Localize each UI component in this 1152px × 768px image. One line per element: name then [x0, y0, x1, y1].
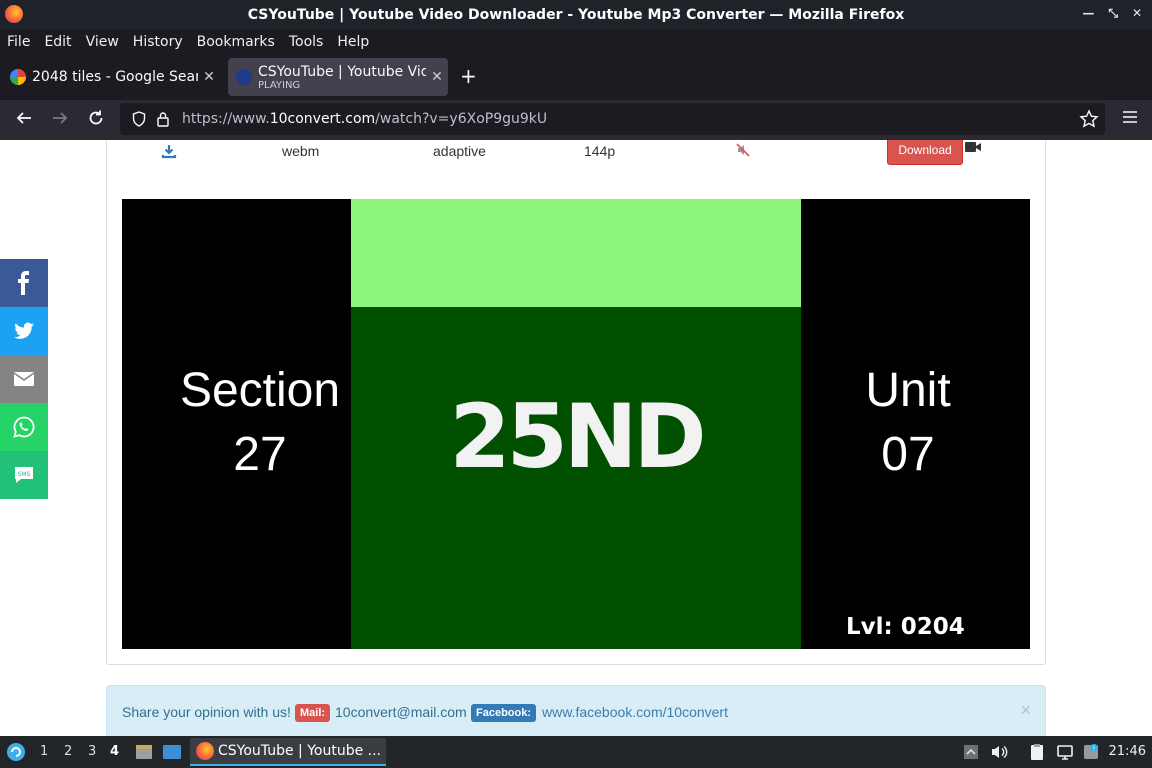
- quality-cell: 144p: [584, 143, 616, 159]
- forward-arrow-icon: [53, 112, 68, 124]
- unit-label: Unit: [865, 364, 951, 417]
- network-icon[interactable]: [1056, 743, 1074, 761]
- csyoutube-icon: [236, 69, 252, 85]
- social-share-sidebar: SMS: [0, 259, 48, 499]
- new-tab-button[interactable]: +: [460, 66, 477, 86]
- minimize-button[interactable]: —: [1082, 6, 1094, 21]
- firefox-taskbar-icon: [196, 742, 214, 760]
- video-left-text: Section 27: [170, 359, 350, 487]
- muted-audio-icon: [736, 143, 750, 157]
- whatsapp-icon: [13, 416, 35, 438]
- navigation-bar: https://www.10convert.com/watch?v=y6XoP9…: [0, 100, 1152, 140]
- svg-text:!: !: [1093, 746, 1095, 753]
- tab-playing-label: PLAYING: [258, 79, 301, 91]
- download-button[interactable]: Download: [887, 140, 963, 165]
- workspace-3[interactable]: 3: [88, 744, 96, 759]
- window-titlebar: CSYouTube | Youtube Video Downloader - Y…: [0, 0, 1152, 29]
- maximize-button[interactable]: ⤡: [1108, 6, 1118, 21]
- url-path: /watch?v=y6XoP9gu9kU: [375, 111, 548, 127]
- video-camera-icon: [965, 142, 981, 152]
- sms-share-button[interactable]: SMS: [0, 451, 48, 499]
- sms-icon: SMS: [15, 467, 33, 483]
- taskbar: 1 2 3 4 CSYouTube | Youtube ... ! 21:46: [0, 736, 1152, 768]
- close-alert-button[interactable]: ×: [1020, 700, 1031, 721]
- menu-help[interactable]: Help: [337, 34, 369, 50]
- level-text: Lvl: 0204: [846, 614, 965, 640]
- facebook-link[interactable]: www.facebook.com/10convert: [542, 704, 728, 720]
- mail-address[interactable]: 10convert@mail.com: [335, 704, 467, 720]
- firefox-logo-icon: [5, 5, 23, 23]
- facebook-share-button[interactable]: [0, 259, 48, 307]
- tab-title: CSYouTube | Youtube Video Downloader: [258, 63, 426, 80]
- tab-close-button[interactable]: ✕: [426, 69, 448, 85]
- type-cell: adaptive: [433, 143, 486, 159]
- download-row: webm adaptive 144p Download: [107, 140, 1045, 179]
- forward-button[interactable]: [49, 109, 71, 131]
- workspace-2[interactable]: 2: [64, 744, 72, 759]
- workspace-4[interactable]: 4: [110, 744, 119, 759]
- unit-number: 07: [881, 428, 935, 481]
- lock-icon[interactable]: [156, 111, 170, 127]
- facebook-icon: [18, 271, 29, 295]
- reload-icon: [89, 110, 103, 125]
- window-controls: — ⤡ ✕: [1082, 6, 1142, 21]
- section-label: Section: [179, 364, 341, 417]
- url-prefix: https://www.: [182, 111, 270, 127]
- mail-badge: Mail:: [295, 704, 331, 722]
- twitter-icon: [14, 322, 34, 339]
- share-opinion-alert: Share your opinion with us! Mail: 10conv…: [106, 685, 1046, 736]
- whatsapp-share-button[interactable]: [0, 403, 48, 451]
- email-icon: [13, 372, 35, 386]
- start-menu-icon[interactable]: [6, 742, 26, 762]
- tab-bar: 2048 tiles - Google Search ✕ CSYouTube |…: [0, 54, 1152, 100]
- format-cell: webm: [282, 143, 320, 159]
- clipboard-icon[interactable]: [1028, 743, 1046, 761]
- facebook-badge: Facebook:: [471, 704, 537, 722]
- tab-google-search[interactable]: 2048 tiles - Google Search ✕: [2, 58, 220, 96]
- tray-arrow-icon[interactable]: [962, 743, 980, 761]
- video-player[interactable]: 25ND Section 27 Unit 07 Lvl: 0204: [122, 199, 1030, 649]
- clock: 21:46: [1108, 744, 1146, 759]
- bookmark-star-icon[interactable]: [1079, 109, 1099, 129]
- reload-button[interactable]: [85, 109, 107, 131]
- email-share-button[interactable]: [0, 355, 48, 403]
- video-top-band: [351, 199, 801, 307]
- tab-close-button[interactable]: ✕: [198, 69, 220, 85]
- menu-bookmarks[interactable]: Bookmarks: [197, 34, 275, 50]
- tab-title: 2048 tiles - Google Search: [32, 69, 198, 85]
- twitter-share-button[interactable]: [0, 307, 48, 355]
- taskbar-firefox-window[interactable]: CSYouTube | Youtube ...: [190, 738, 386, 766]
- page-content: webm adaptive 144p Download 25ND Section…: [0, 140, 1152, 736]
- url-host: 10convert.com: [269, 111, 376, 127]
- menu-bar: File Edit View History Bookmarks Tools H…: [0, 29, 1152, 54]
- tab-csyoutube[interactable]: CSYouTube | Youtube Video Downloader PLA…: [228, 58, 448, 96]
- notification-icon[interactable]: !: [1082, 743, 1100, 761]
- menu-tools[interactable]: Tools: [289, 34, 324, 50]
- menu-view[interactable]: View: [86, 34, 119, 50]
- video-right-text: Unit 07: [822, 359, 994, 487]
- show-desktop-icon[interactable]: [162, 742, 182, 762]
- url-text[interactable]: https://www.10convert.com/watch?v=y6XoP9…: [182, 111, 547, 127]
- shield-icon[interactable]: [132, 111, 146, 127]
- back-button[interactable]: [13, 109, 35, 131]
- workspace-1[interactable]: 1: [40, 744, 48, 759]
- close-window-button[interactable]: ✕: [1132, 6, 1142, 21]
- url-bar[interactable]: https://www.10convert.com/watch?v=y6XoP9…: [120, 103, 1105, 135]
- menu-history[interactable]: History: [133, 34, 183, 50]
- window-title: CSYouTube | Youtube Video Downloader - Y…: [247, 6, 905, 23]
- hamburger-menu-icon[interactable]: [1122, 110, 1138, 124]
- section-number: 27: [233, 428, 287, 481]
- menu-edit[interactable]: Edit: [44, 34, 71, 50]
- share-text: Share your opinion with us!: [122, 704, 291, 720]
- download-arrow-icon[interactable]: [161, 143, 177, 159]
- volume-icon[interactable]: [990, 743, 1008, 761]
- video-center-text: 25ND: [449, 385, 706, 488]
- back-arrow-icon: [16, 112, 31, 124]
- menu-file[interactable]: File: [7, 34, 30, 50]
- file-manager-icon[interactable]: [134, 742, 154, 762]
- svg-text:SMS: SMS: [18, 471, 31, 478]
- google-icon: [10, 69, 26, 85]
- taskbar-window-label: CSYouTube | Youtube ...: [218, 743, 382, 759]
